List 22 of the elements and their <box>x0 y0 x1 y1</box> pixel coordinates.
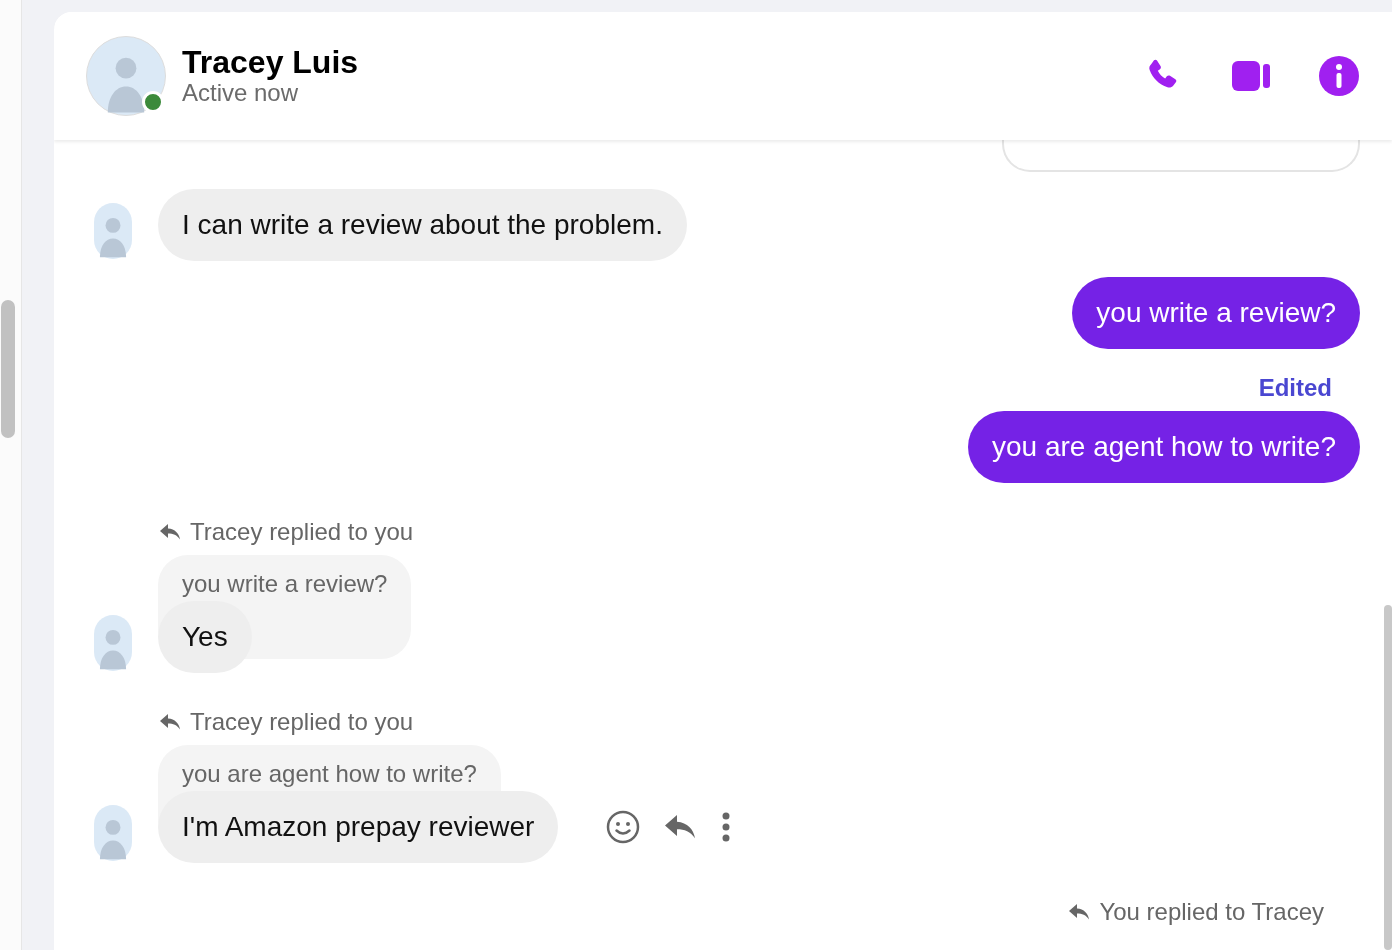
message-bubble: I can write a review about the problem. <box>158 189 687 261</box>
reply-label: You replied to Tracey <box>1099 897 1324 927</box>
smiley-icon <box>606 810 641 844</box>
scrollbar-thumb[interactable] <box>1384 605 1392 950</box>
person-silhouette-icon <box>99 819 127 860</box>
message-bubble: you are agent how to write? <box>968 411 1360 483</box>
info-button[interactable] <box>1316 53 1362 99</box>
info-icon <box>1319 56 1359 96</box>
contact-name: Tracey Luis <box>182 46 359 80</box>
message-bubble: I'm Amazon prepay reviewer <box>158 791 559 863</box>
emoji-button[interactable] <box>606 810 641 844</box>
person-silhouette-icon <box>107 57 145 113</box>
person-silhouette-icon <box>99 629 127 670</box>
reply-label: Tracey replied to you <box>190 517 414 547</box>
message-bubble: you write a review? <box>1072 277 1360 349</box>
reply-label: Tracey replied to you <box>190 707 414 737</box>
scrollbar-thumb[interactable] <box>1 300 15 438</box>
edited-label: Edited <box>1258 373 1332 403</box>
contact-status: Active now <box>182 79 300 106</box>
video-camera-icon <box>1231 59 1271 93</box>
person-silhouette-icon <box>99 217 127 258</box>
message-bubble: Yes <box>158 601 252 673</box>
